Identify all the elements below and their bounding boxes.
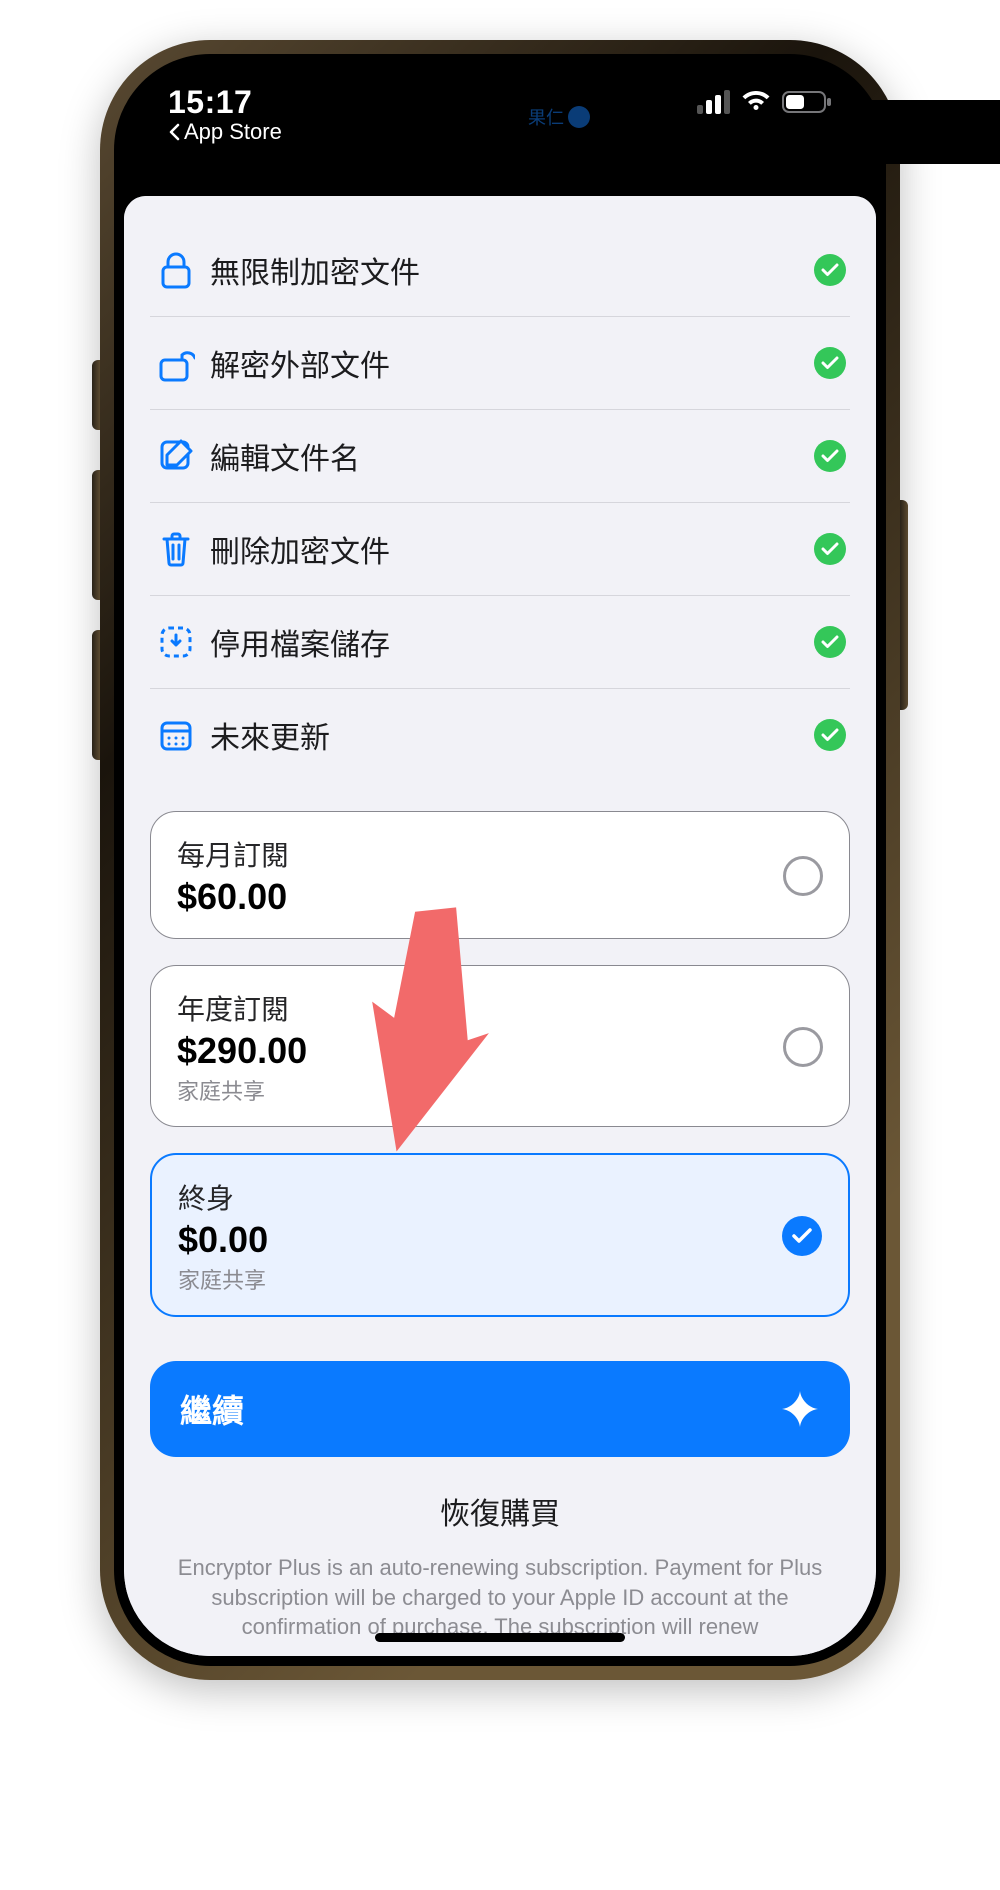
feature-row: 刪除加密文件 [150, 503, 850, 596]
plan-subtitle: 家庭共享 [178, 1263, 782, 1295]
feature-label: 解密外部文件 [210, 341, 814, 385]
sparkle-icon [780, 1389, 820, 1429]
status-time: 15:17 [168, 84, 282, 121]
back-label: App Store [184, 119, 282, 145]
plan-title: 每月訂閱 [177, 834, 783, 874]
check-icon [814, 347, 846, 379]
restore-purchase-button[interactable]: 恢復購買 [124, 1489, 876, 1533]
feature-row: 停用檔案儲存 [150, 596, 850, 689]
plan-price: $60.00 [177, 876, 783, 918]
paywall-sheet: 無限制加密文件 解密外部文件 [124, 196, 876, 1656]
feature-row: 編輯文件名 [150, 410, 850, 503]
continue-button[interactable]: 繼續 [150, 1361, 850, 1457]
plan-yearly[interactable]: 年度訂閱 $290.00 家庭共享 [150, 965, 850, 1127]
feature-list: 無限制加密文件 解密外部文件 [150, 224, 850, 781]
plan-price: $0.00 [178, 1219, 782, 1261]
edit-icon [154, 439, 198, 473]
fine-print: Encryptor Plus is an auto-renewing subsc… [160, 1553, 840, 1642]
feature-row: 解密外部文件 [150, 317, 850, 410]
plan-subtitle: 家庭共享 [177, 1074, 783, 1106]
feature-row: 無限制加密文件 [150, 224, 850, 317]
feature-label: 無限制加密文件 [210, 248, 814, 292]
calendar-icon [154, 718, 198, 752]
phone-frame: 15:17 App Store 果仁 [100, 40, 900, 1680]
radio-checked-icon [782, 1216, 822, 1256]
trash-icon [154, 531, 198, 567]
island-text: 果仁 [528, 104, 564, 130]
feature-row: 未來更新 [150, 689, 850, 781]
check-icon [814, 719, 846, 751]
side-button [92, 470, 100, 600]
radio-unchecked-icon [783, 1027, 823, 1067]
save-off-icon [154, 625, 198, 659]
plan-lifetime[interactable]: 終身 $0.00 家庭共享 [150, 1153, 850, 1317]
plan-title: 終身 [178, 1177, 782, 1217]
feature-label: 未來更新 [210, 713, 814, 757]
side-button [92, 630, 100, 760]
radio-unchecked-icon [783, 856, 823, 896]
cellular-icon [697, 90, 730, 114]
check-icon [814, 533, 846, 565]
screen: 15:17 App Store 果仁 [124, 64, 876, 1656]
battery-icon [782, 90, 832, 114]
feature-label: 編輯文件名 [210, 434, 814, 478]
plan-title: 年度訂閱 [177, 988, 783, 1028]
feature-label: 刪除加密文件 [210, 527, 814, 571]
lock-icon [154, 251, 198, 289]
status-bar: 15:17 App Store 果仁 [124, 64, 876, 176]
island-avatar [568, 106, 590, 128]
continue-label: 繼續 [180, 1386, 244, 1432]
wifi-icon [740, 90, 772, 114]
plan-price: $290.00 [177, 1030, 783, 1072]
side-button [92, 360, 100, 430]
back-to-app-store[interactable]: App Store [168, 119, 282, 145]
side-button [900, 500, 908, 710]
check-icon [814, 440, 846, 472]
plan-monthly[interactable]: 每月訂閱 $60.00 [150, 811, 850, 939]
plan-list: 每月訂閱 $60.00 年度訂閱 $290.00 家庭共享 [150, 811, 850, 1317]
check-icon [814, 626, 846, 658]
dynamic-island: 果仁 [380, 82, 620, 152]
check-icon [814, 254, 846, 286]
unlock-icon [154, 344, 198, 382]
feature-label: 停用檔案儲存 [210, 620, 814, 664]
home-indicator[interactable] [375, 1633, 625, 1642]
